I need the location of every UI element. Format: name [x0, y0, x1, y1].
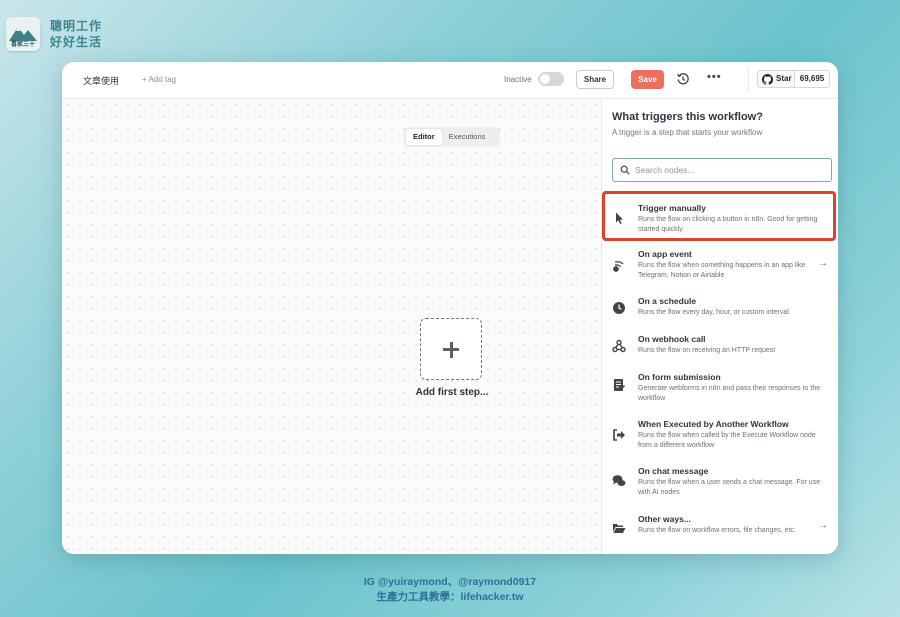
brand-logo-text: 喜家三十 [10, 42, 35, 48]
node-desc: Runs the flow every day, hour, or custom… [638, 309, 789, 316]
sign-in-icon [613, 429, 625, 441]
top-bar: 文章使用 + Add tag Inactive Share Save ••• S… [62, 62, 838, 99]
node-item-on-webhook-call[interactable]: On webhook call Runs the flow on receivi… [602, 331, 838, 365]
github-star-button[interactable]: Star [757, 70, 795, 88]
github-widget: Star 69,695 [748, 67, 830, 91]
node-name: On webhook call [638, 334, 706, 344]
credit-line-2: 生產力工具教學：lifehacker.tw [376, 591, 524, 603]
app-window: 文章使用 + Add tag Inactive Share Save ••• S… [62, 62, 838, 554]
workflow-canvas[interactable]: Editor Executions Add first step... [62, 99, 601, 554]
github-star-count[interactable]: 69,695 [794, 70, 830, 88]
node-desc: Runs the flow on workflow errors, file c… [638, 527, 796, 534]
node-name: On chat message [638, 466, 709, 476]
node-name: On app event [638, 249, 692, 259]
tab-editor[interactable]: Editor [406, 129, 442, 145]
tab-executions[interactable]: Executions [442, 129, 493, 145]
status-label: Inactive [504, 75, 532, 84]
arrow-right-icon: → [818, 520, 828, 531]
add-tag-link[interactable]: + Add tag [142, 75, 176, 84]
node-item-when-executed-by-another-workflow[interactable]: When Executed by Another Workflow Runs t… [602, 416, 838, 460]
more-options-icon[interactable]: ••• [707, 71, 722, 83]
trigger-panel: What triggers this workflow? A trigger i… [601, 99, 838, 554]
history-icon[interactable] [676, 72, 690, 86]
toggle-knob [540, 74, 550, 84]
node-item-on-form-submission[interactable]: On form submission Generate webforms in … [602, 369, 838, 413]
view-tabs: Editor Executions [404, 127, 500, 147]
node-item-on-a-schedule[interactable]: On a schedule Runs the flow every day, h… [602, 293, 838, 327]
node-name: On a schedule [638, 296, 697, 306]
node-desc: Runs the flow when a user sends a chat m… [638, 479, 821, 496]
node-item-on-chat-message[interactable]: On chat message Runs the flow when a use… [602, 463, 838, 507]
node-desc: Runs the flow when called by the Execute… [638, 432, 816, 449]
github-icon [762, 74, 773, 85]
search-input[interactable] [635, 162, 825, 178]
share-button[interactable]: Share [576, 70, 614, 89]
node-name: Other ways... [638, 514, 691, 524]
node-desc: Runs the flow when something happens in … [638, 262, 806, 279]
arrow-right-icon: → [818, 258, 828, 269]
node-desc: Runs the flow on receiving an HTTP reque… [638, 347, 776, 354]
folder-open-icon [613, 524, 626, 533]
panel-subtitle: A trigger is a step that starts your wor… [612, 128, 763, 137]
panel-title: What triggers this workflow? [612, 111, 763, 123]
node-name: On form submission [638, 372, 721, 382]
active-toggle[interactable] [538, 72, 564, 86]
form-icon [614, 379, 625, 391]
node-item-on-app-event[interactable]: On app event Runs the flow when somethin… [602, 245, 838, 289]
add-first-step-button[interactable] [420, 318, 482, 380]
node-desc: Generate webforms in n8n and pass their … [638, 385, 821, 402]
save-button[interactable]: Save [631, 70, 664, 89]
brand-line-2: 好好生活 [50, 35, 103, 49]
node-item-other-ways[interactable]: Other ways... Runs the flow on workflow … [602, 511, 838, 551]
satellite-icon [613, 261, 624, 272]
search-icon [620, 165, 630, 175]
highlight-box [602, 191, 836, 241]
search-box [612, 158, 832, 182]
node-name: When Executed by Another Workflow [638, 419, 789, 429]
workflow-name[interactable]: 文章使用 [83, 74, 119, 87]
github-star-label: Star [776, 74, 792, 83]
clock-icon [613, 302, 625, 314]
brand-line-1: 聰明工作 [50, 19, 103, 33]
webhook-icon [612, 339, 626, 353]
credit-footer: IG @yuiraymond、@raymond0917 生產力工具教學：life… [0, 575, 900, 605]
credit-line-1: IG @yuiraymond、@raymond0917 [363, 576, 537, 588]
chat-icon [612, 475, 626, 486]
brand: 喜家三十 聰明工作 好好生活 [6, 17, 102, 51]
brand-logo: 喜家三十 [6, 17, 40, 51]
add-first-step-label: Add first step... [415, 387, 489, 398]
